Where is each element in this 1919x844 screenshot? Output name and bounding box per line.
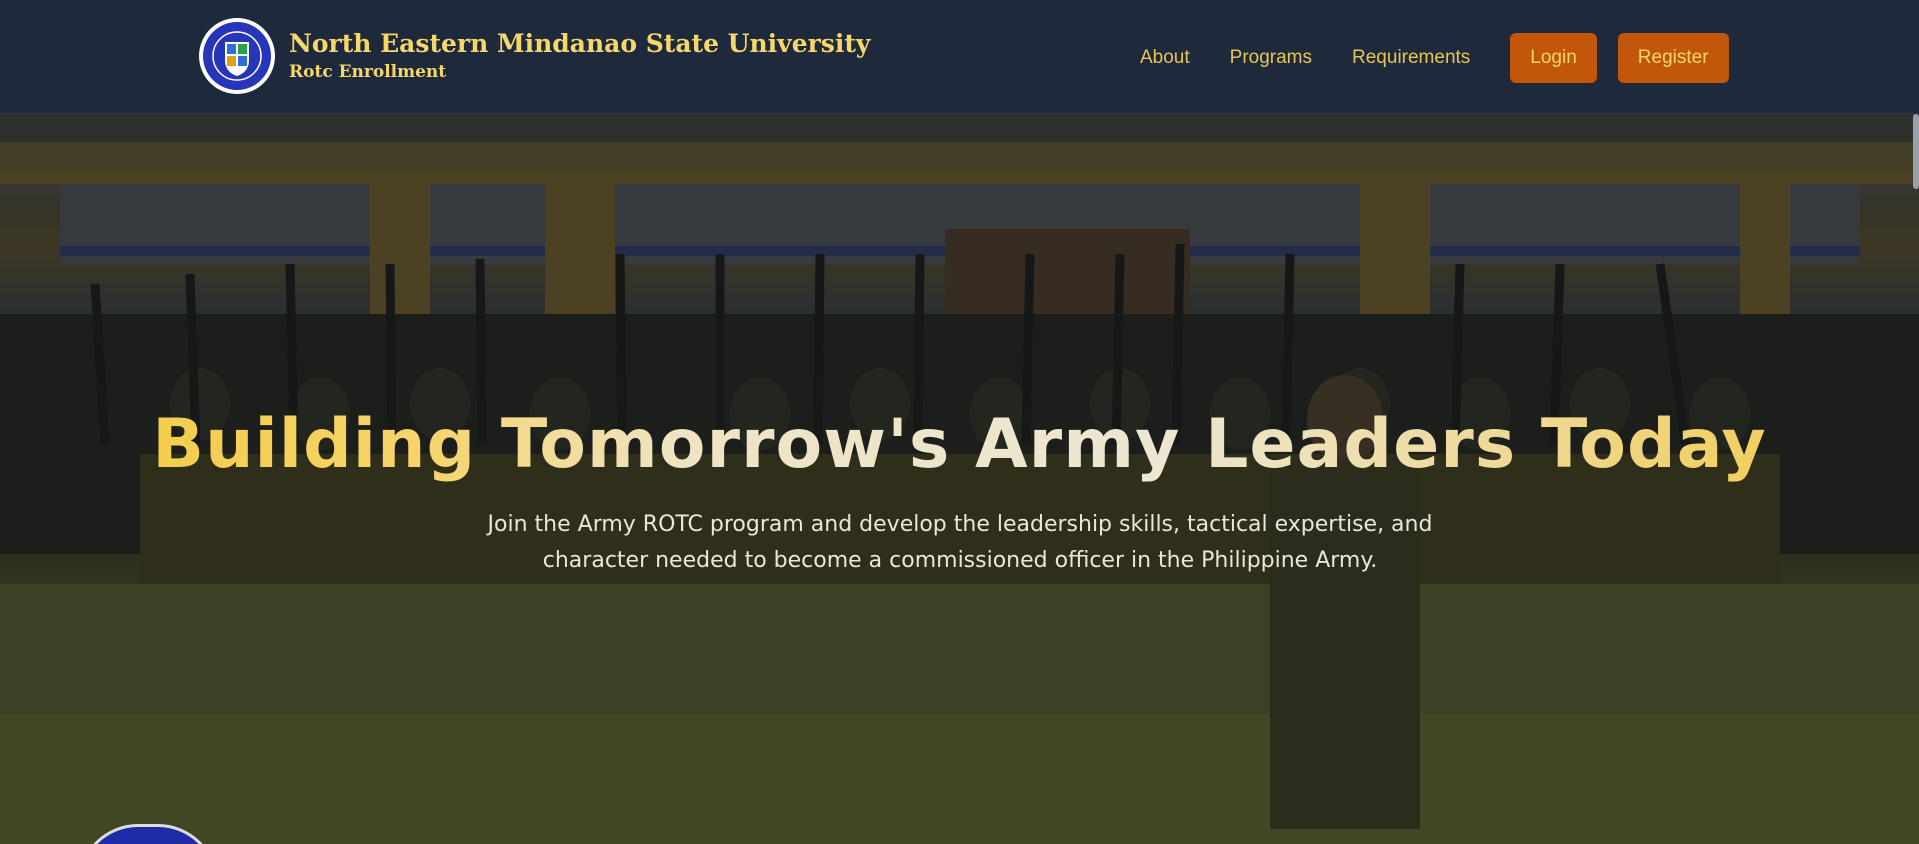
nav-link-programs[interactable]: Programs [1230,32,1312,84]
nav-link-about[interactable]: About [1140,32,1190,84]
login-button[interactable]: Login [1510,33,1597,83]
nav-menu: About Programs Requirements Login Regist… [1140,32,1729,84]
page-scrollbar[interactable] [1913,114,1919,189]
brand[interactable]: North Eastern Mindanao State University … [199,18,870,94]
register-button[interactable]: Register [1617,33,1729,83]
site-subtitle: Rotc Enrollment [289,62,447,82]
site-title: North Eastern Mindanao State University [289,29,871,58]
university-seal-icon [199,18,275,94]
nav-link-requirements[interactable]: Requirements [1352,32,1470,84]
hero-title: Building Tomorrow's Army Leaders Today [0,403,1919,487]
top-navbar: North Eastern Mindanao State University … [0,0,1919,114]
hero-description: Join the Army ROTC program and develop t… [487,512,1433,573]
